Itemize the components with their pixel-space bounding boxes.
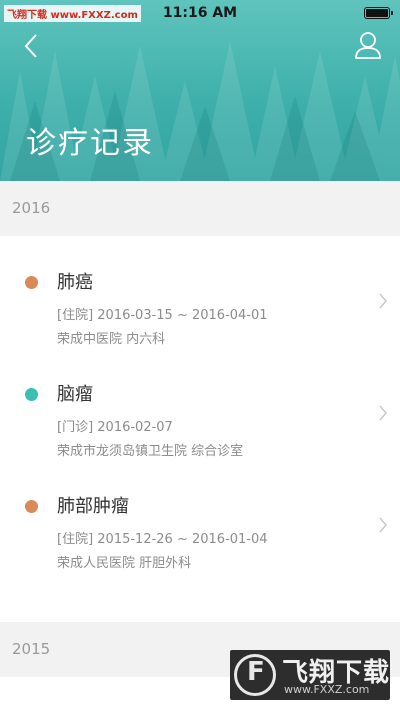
status-bar: 飞翔下载 www.FXXZ.com 11:16 AM: [0, 0, 400, 26]
watermark-logo: F 飞翔下载 www.FXXZ.com: [230, 650, 390, 700]
year-header: 2016: [0, 181, 400, 236]
chevron-right-icon: [379, 293, 387, 309]
record-diagnosis: 肺癌: [57, 272, 93, 293]
status-dot: [25, 500, 38, 513]
record-item[interactable]: 肺部肿瘤 [住院] 2015-12-26 ~ 2016-01-04 荣成人民医院…: [0, 486, 400, 586]
page-title: 诊疗记录: [26, 126, 154, 161]
record-hospital: 荣成人民医院 肝胆外科: [57, 556, 192, 571]
watermark-url: www.FXXZ.com: [284, 683, 370, 696]
battery-icon: [364, 7, 393, 19]
header: 飞翔下载 www.FXXZ.com 11:16 AM 诊疗记录: [0, 0, 400, 181]
user-icon: [355, 32, 381, 59]
status-time: 11:16 AM: [162, 5, 238, 21]
record-item[interactable]: 脑瘤 [门诊] 2016-02-07 荣成市龙须岛镇卫生院 综合诊室: [0, 374, 400, 474]
record-hospital: 荣成中医院 内六科: [57, 332, 166, 347]
record-visit: [住院] 2016-03-15 ~ 2016-04-01: [57, 308, 268, 323]
record-diagnosis: 脑瘤: [57, 384, 93, 405]
chevron-left-icon: [24, 34, 37, 58]
back-button[interactable]: [18, 30, 46, 62]
record-visit: [门诊] 2016-02-07: [57, 420, 173, 435]
status-dot: [25, 276, 38, 289]
profile-button[interactable]: [354, 30, 382, 60]
chevron-right-icon: [379, 517, 387, 533]
chevron-right-icon: [379, 405, 387, 421]
record-item[interactable]: 肺癌 [住院] 2016-03-15 ~ 2016-04-01 荣成中医院 内六…: [0, 262, 400, 362]
record-diagnosis: 肺部肿瘤: [57, 496, 129, 517]
status-dot: [25, 388, 38, 401]
record-hospital: 荣成市龙须岛镇卫生院 综合诊室: [57, 444, 244, 459]
record-visit: [住院] 2015-12-26 ~ 2016-01-04: [57, 532, 268, 547]
